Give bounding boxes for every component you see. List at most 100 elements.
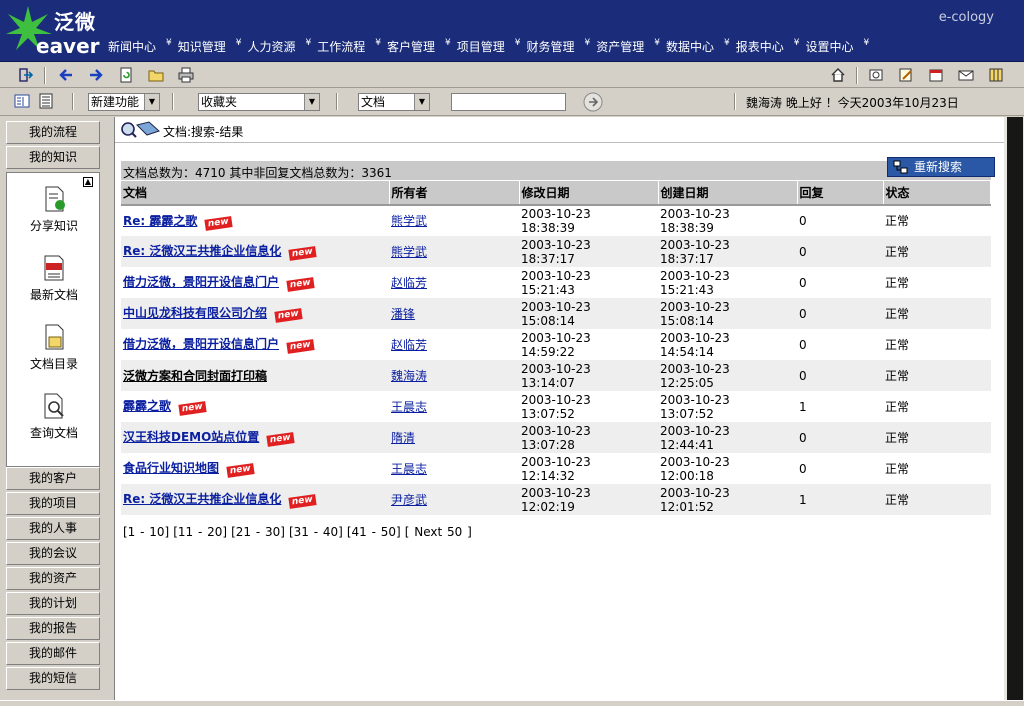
edit-note-icon[interactable] bbox=[896, 66, 916, 84]
document-title-link[interactable]: 霹霹之歌 bbox=[123, 399, 171, 413]
home-icon[interactable] bbox=[828, 66, 848, 84]
replies-cell: 0 bbox=[797, 267, 883, 298]
owner-cell: 赵临芳 bbox=[389, 329, 519, 360]
document-cell: 泛微方案和合同封面打印稿 bbox=[121, 360, 389, 391]
new-document-tool[interactable]: 最新文档 bbox=[7, 254, 101, 303]
list-view-icon[interactable] bbox=[12, 92, 32, 110]
page-link-1[interactable]: [11 - 20] bbox=[173, 525, 227, 539]
document-title-link[interactable]: 借力泛微，景阳开设信息门户 bbox=[123, 275, 279, 289]
document-title-link[interactable]: 中山见龙科技有限公司介绍 bbox=[123, 306, 267, 320]
calendar-icon[interactable] bbox=[926, 66, 946, 84]
doc-type-select[interactable]: 文档 ▼ bbox=[358, 93, 430, 111]
owner-link[interactable]: 熊学武 bbox=[391, 214, 427, 228]
sidebar-item-my-workflow[interactable]: 我的流程 bbox=[6, 121, 100, 144]
open-folder-icon[interactable] bbox=[146, 66, 166, 84]
owner-link[interactable]: 隋清 bbox=[391, 431, 415, 445]
sidebar-item-0[interactable]: 我的客户 bbox=[6, 467, 100, 490]
chevron-down-icon[interactable]: ¥ bbox=[445, 38, 451, 55]
col-document[interactable]: 文档 bbox=[121, 181, 390, 206]
chevron-down-icon[interactable]: ¥ bbox=[585, 38, 591, 55]
owner-link[interactable]: 熊学武 bbox=[391, 245, 427, 259]
chevron-down-icon[interactable]: ¥ bbox=[724, 38, 730, 55]
document-directory-tool[interactable]: 文档目录 bbox=[7, 323, 101, 372]
nav-item-10[interactable]: 设置中心 bbox=[806, 38, 854, 55]
new-function-select[interactable]: 新建功能 ▼ bbox=[88, 93, 160, 111]
nav-item-5[interactable]: 项目管理 bbox=[457, 38, 505, 55]
document-title-link[interactable]: Re: 泛微汉王共推企业信息化 bbox=[123, 244, 281, 258]
col-owner[interactable]: 所有者 bbox=[389, 181, 520, 206]
mail-icon[interactable] bbox=[956, 66, 976, 84]
table-row: 霹霹之歌 new 王晨志 2003-10-23 13:07:52 2003-10-23 13… bbox=[121, 391, 991, 422]
created-date-cell: 2003-10-23 15:21:43 bbox=[658, 267, 797, 298]
col-created-date[interactable]: 创建日期 bbox=[658, 181, 798, 206]
document-title-link[interactable]: 食品行业知识地图 bbox=[123, 461, 219, 475]
chevron-down-icon[interactable]: ¥ bbox=[654, 38, 660, 55]
chevron-down-icon[interactable]: ¥ bbox=[375, 38, 381, 55]
forward-arrow-icon[interactable] bbox=[86, 66, 106, 84]
organization-icon[interactable] bbox=[866, 66, 886, 84]
sidebar-item-6[interactable]: 我的报告 bbox=[6, 617, 100, 640]
sidebar-item-my-knowledge[interactable]: 我的知识 bbox=[6, 146, 100, 169]
nav-item-2[interactable]: 人力资源 bbox=[248, 38, 296, 55]
owner-cell: 赵临芳 bbox=[389, 267, 519, 298]
owner-link[interactable]: 潘锋 bbox=[391, 307, 415, 321]
go-search-icon[interactable] bbox=[582, 91, 604, 113]
panel-icon[interactable] bbox=[986, 66, 1006, 84]
owner-link[interactable]: 王晨志 bbox=[391, 462, 427, 476]
table-row: Re: 霹霹之歌 new 熊学武 2003-10-23 18:38:39 2003-10-… bbox=[121, 205, 991, 236]
sidebar-item-8[interactable]: 我的短信 bbox=[6, 667, 100, 690]
nav-item-4[interactable]: 客户管理 bbox=[387, 38, 435, 55]
col-status[interactable]: 状态 bbox=[883, 181, 991, 206]
chevron-down-icon[interactable]: ¥ bbox=[864, 38, 870, 55]
nav-item-7[interactable]: 资产管理 bbox=[596, 38, 644, 55]
sidebar-item-7[interactable]: 我的邮件 bbox=[6, 642, 100, 665]
nav-item-0[interactable]: 新闻中心 bbox=[108, 38, 156, 55]
nav-item-6[interactable]: 财务管理 bbox=[527, 38, 575, 55]
sidebar-item-3[interactable]: 我的会议 bbox=[6, 542, 100, 565]
page-link-0[interactable]: [1 - 10] bbox=[123, 525, 169, 539]
share-knowledge-tool[interactable]: 分享知识 bbox=[7, 185, 101, 234]
refresh-icon[interactable] bbox=[116, 66, 136, 84]
sidebar-item-5[interactable]: 我的计划 bbox=[6, 592, 100, 615]
document-title-link[interactable]: 泛微方案和合同封面打印稿 bbox=[123, 369, 267, 383]
sidebar-item-4[interactable]: 我的资产 bbox=[6, 567, 100, 590]
owner-link[interactable]: 赵临芳 bbox=[391, 276, 427, 290]
back-arrow-icon[interactable] bbox=[56, 66, 76, 84]
col-replies[interactable]: 回复 bbox=[797, 181, 884, 206]
sidebar-item-1[interactable]: 我的项目 bbox=[6, 492, 100, 515]
modified-date-cell: 2003-10-23 12:14:32 bbox=[519, 453, 658, 484]
re-search-button[interactable]: 重新搜索 bbox=[887, 157, 995, 177]
detail-view-icon[interactable] bbox=[36, 92, 56, 110]
search-input[interactable] bbox=[451, 93, 566, 111]
document-title-link[interactable]: Re: 泛微汉王共推企业信息化 bbox=[123, 492, 281, 506]
document-title-link[interactable]: 借力泛微，景阳开设信息门户 bbox=[123, 337, 279, 351]
col-modified-date[interactable]: 修改日期 bbox=[519, 181, 659, 206]
nav-item-3[interactable]: 工作流程 bbox=[317, 38, 365, 55]
modified-date-cell: 2003-10-23 13:07:28 bbox=[519, 422, 658, 453]
owner-link[interactable]: 王晨志 bbox=[391, 400, 427, 414]
chevron-down-icon[interactable]: ¥ bbox=[794, 38, 800, 55]
chevron-down-icon[interactable]: ¥ bbox=[306, 38, 312, 55]
chevron-down-icon[interactable]: ¥ bbox=[166, 38, 172, 55]
favorites-select[interactable]: 收藏夹 ▼ bbox=[198, 93, 320, 111]
chevron-down-icon[interactable]: ¥ bbox=[236, 38, 242, 55]
chevron-down-icon[interactable]: ¥ bbox=[515, 38, 521, 55]
owner-link[interactable]: 赵临芳 bbox=[391, 338, 427, 352]
print-icon[interactable] bbox=[176, 66, 196, 84]
page-link-4[interactable]: [41 - 50] bbox=[347, 525, 401, 539]
page-link-2[interactable]: [21 - 30] bbox=[231, 525, 285, 539]
vertical-scrollbar[interactable] bbox=[1004, 117, 1024, 706]
new-badge-icon: new bbox=[274, 308, 303, 323]
search-document-tool[interactable]: 查询文档 bbox=[7, 392, 101, 441]
page-link-5[interactable]: [ Next 50 ] bbox=[405, 525, 472, 539]
document-title-link[interactable]: 汉王科技DEMO站点位置 bbox=[123, 430, 259, 444]
document-title-link[interactable]: Re: 霹霹之歌 bbox=[123, 214, 197, 228]
nav-item-1[interactable]: 知识管理 bbox=[178, 38, 226, 55]
nav-item-8[interactable]: 数据中心 bbox=[666, 38, 714, 55]
owner-link[interactable]: 尹彦武 bbox=[391, 493, 427, 507]
exit-icon[interactable] bbox=[16, 66, 36, 84]
nav-item-9[interactable]: 报表中心 bbox=[736, 38, 784, 55]
page-link-3[interactable]: [31 - 40] bbox=[289, 525, 343, 539]
owner-link[interactable]: 魏海涛 bbox=[391, 369, 427, 383]
sidebar-item-2[interactable]: 我的人事 bbox=[6, 517, 100, 540]
